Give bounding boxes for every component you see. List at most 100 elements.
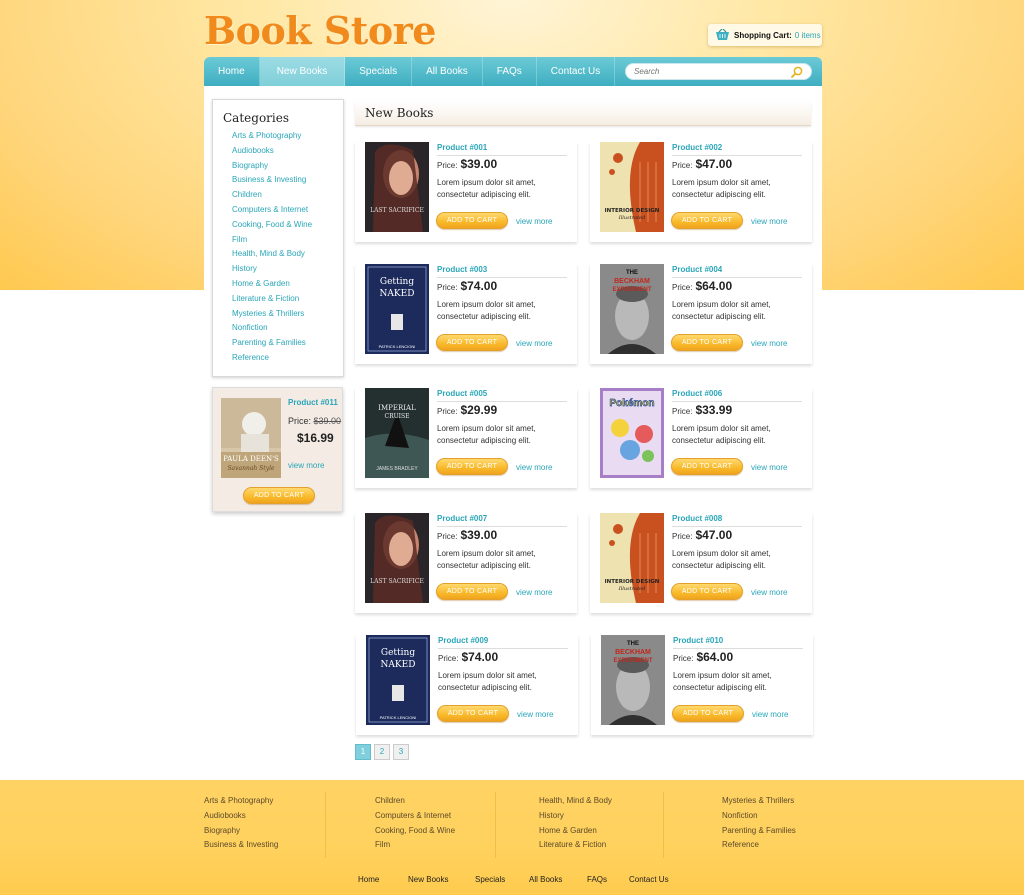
- product-name[interactable]: Product #004: [672, 265, 802, 278]
- view-more-link[interactable]: view more: [751, 588, 787, 597]
- nav-specials[interactable]: Specials: [345, 57, 413, 86]
- add-to-cart-button[interactable]: ADD TO CART: [671, 334, 743, 351]
- product-name[interactable]: Product #008: [672, 514, 802, 527]
- product-name[interactable]: Product #001: [437, 143, 567, 156]
- category-link[interactable]: Parenting & Families: [232, 336, 343, 351]
- footer-link[interactable]: Audiobooks: [204, 809, 278, 824]
- add-to-cart-button[interactable]: ADD TO CART: [436, 458, 508, 475]
- view-more-link[interactable]: view more: [752, 710, 788, 719]
- category-link[interactable]: Cooking, Food & Wine: [232, 218, 343, 233]
- nav-home[interactable]: Home: [204, 57, 260, 86]
- product-name[interactable]: Product #003: [437, 265, 567, 278]
- category-link[interactable]: History: [232, 262, 343, 277]
- category-link[interactable]: Home & Garden: [232, 277, 343, 292]
- product-name[interactable]: Product #009: [438, 636, 568, 649]
- category-link[interactable]: Nonfiction: [232, 321, 343, 336]
- add-to-cart-button[interactable]: ADD TO CART: [243, 487, 315, 504]
- footer-link[interactable]: Cooking, Food & Wine: [375, 824, 455, 839]
- cart-count[interactable]: 0 items: [795, 31, 821, 40]
- category-link[interactable]: Reference: [232, 351, 343, 366]
- category-link[interactable]: Literature & Fiction: [232, 292, 343, 307]
- footer-link[interactable]: Arts & Photography: [204, 794, 278, 809]
- book-cover-image[interactable]: THE BECKHAM EXPERIMENT: [600, 264, 664, 354]
- book-cover-image[interactable]: LAST SACRIFICE: [365, 513, 429, 603]
- footer-link[interactable]: Home & Garden: [539, 824, 612, 839]
- category-link[interactable]: Arts & Photography: [232, 129, 343, 144]
- footer-nav-home[interactable]: Home: [358, 875, 379, 884]
- footer-link[interactable]: History: [539, 809, 612, 824]
- product-description: Lorem ipsum dolor sit amet, consectetur …: [437, 178, 536, 199]
- category-link[interactable]: Biography: [232, 159, 343, 174]
- book-cover-image[interactable]: Getting NAKED PATRICK LENCIONI: [365, 264, 429, 354]
- category-link[interactable]: Health, Mind & Body: [232, 247, 343, 262]
- category-link[interactable]: Computers & Internet: [232, 203, 343, 218]
- product-name[interactable]: Product #007: [437, 514, 567, 527]
- footer-nav-contact-us[interactable]: Contact Us: [629, 875, 669, 884]
- book-cover-image[interactable]: LAST SACRIFICE: [365, 142, 429, 232]
- add-to-cart-button[interactable]: ADD TO CART: [671, 583, 743, 600]
- footer-link[interactable]: Reference: [722, 838, 796, 853]
- view-more-link[interactable]: view more: [751, 339, 787, 348]
- add-to-cart-button[interactable]: ADD TO CART: [671, 458, 743, 475]
- product-name[interactable]: Product #011: [288, 398, 338, 407]
- category-link[interactable]: Film: [232, 233, 343, 248]
- nav-new-books[interactable]: New Books: [259, 57, 346, 86]
- product-name[interactable]: Product #002: [672, 143, 802, 156]
- view-more-link[interactable]: view more: [516, 588, 552, 597]
- category-link[interactable]: Business & Investing: [232, 173, 343, 188]
- page-2-button[interactable]: 2: [374, 744, 390, 760]
- site-logo[interactable]: Book Store: [204, 8, 436, 53]
- footer-nav-new-books[interactable]: New Books: [408, 875, 448, 884]
- add-to-cart-button[interactable]: ADD TO CART: [672, 705, 744, 722]
- footer-nav-faqs[interactable]: FAQs: [587, 875, 607, 884]
- footer-nav-all-books[interactable]: All Books: [529, 875, 562, 884]
- footer-link[interactable]: Mysteries & Thrillers: [722, 794, 796, 809]
- add-to-cart-button[interactable]: ADD TO CART: [436, 334, 508, 351]
- product-price: Price: $47.00: [672, 157, 733, 171]
- nav-all-books[interactable]: All Books: [412, 57, 483, 86]
- view-more-link[interactable]: view more: [517, 710, 553, 719]
- category-link[interactable]: Mysteries & Thrillers: [232, 307, 343, 322]
- nav-contact-us[interactable]: Contact Us: [537, 57, 616, 86]
- footer-nav-specials[interactable]: Specials: [475, 875, 505, 884]
- add-to-cart-button[interactable]: ADD TO CART: [671, 212, 743, 229]
- search-input[interactable]: [634, 67, 784, 76]
- search-icon[interactable]: [791, 66, 803, 78]
- view-more-link[interactable]: view more: [751, 217, 787, 226]
- footer-link[interactable]: Computers & Internet: [375, 809, 455, 824]
- nav-faqs[interactable]: FAQs: [483, 57, 537, 86]
- product-name[interactable]: Product #005: [437, 389, 567, 402]
- book-cover-image[interactable]: PAULA DEEN'S Savannah Style: [221, 398, 281, 478]
- footer-link[interactable]: Children: [375, 794, 455, 809]
- view-more-link[interactable]: view more: [516, 217, 552, 226]
- add-to-cart-button[interactable]: ADD TO CART: [436, 212, 508, 229]
- view-more-link[interactable]: view more: [288, 461, 324, 470]
- old-price: Price: $39.00: [288, 416, 342, 426]
- book-cover-image[interactable]: INTERIOR DESIGN Illustrated: [600, 142, 664, 232]
- book-cover-image[interactable]: THE BECKHAM EXPERIMENT: [601, 635, 665, 725]
- page-1-button[interactable]: 1: [355, 744, 371, 760]
- cover-text: Savannah Style: [227, 465, 275, 472]
- category-link[interactable]: Children: [232, 188, 343, 203]
- product-name[interactable]: Product #006: [672, 389, 802, 402]
- footer-link[interactable]: Health, Mind & Body: [539, 794, 612, 809]
- footer-link[interactable]: Biography: [204, 824, 278, 839]
- footer-link[interactable]: Literature & Fiction: [539, 838, 612, 853]
- footer-link[interactable]: Film: [375, 838, 455, 853]
- add-to-cart-button[interactable]: ADD TO CART: [436, 583, 508, 600]
- book-cover-image[interactable]: IMPERIAL CRUISE JAMES BRADLEY: [365, 388, 429, 478]
- shopping-cart[interactable]: Shopping Cart: 0 items: [708, 24, 822, 46]
- book-cover-image[interactable]: INTERIOR DESIGN Illustrated: [600, 513, 664, 603]
- page-3-button[interactable]: 3: [393, 744, 409, 760]
- footer-link[interactable]: Parenting & Families: [722, 824, 796, 839]
- book-cover-image[interactable]: Getting NAKED PATRICK LENCIONI: [366, 635, 430, 725]
- footer-link[interactable]: Business & Investing: [204, 838, 278, 853]
- view-more-link[interactable]: view more: [751, 463, 787, 472]
- product-name[interactable]: Product #010: [673, 636, 803, 649]
- view-more-link[interactable]: view more: [516, 339, 552, 348]
- view-more-link[interactable]: view more: [516, 463, 552, 472]
- book-cover-image[interactable]: Pokémon: [600, 388, 664, 478]
- footer-link[interactable]: Nonfiction: [722, 809, 796, 824]
- category-link[interactable]: Audiobooks: [232, 144, 343, 159]
- add-to-cart-button[interactable]: ADD TO CART: [437, 705, 509, 722]
